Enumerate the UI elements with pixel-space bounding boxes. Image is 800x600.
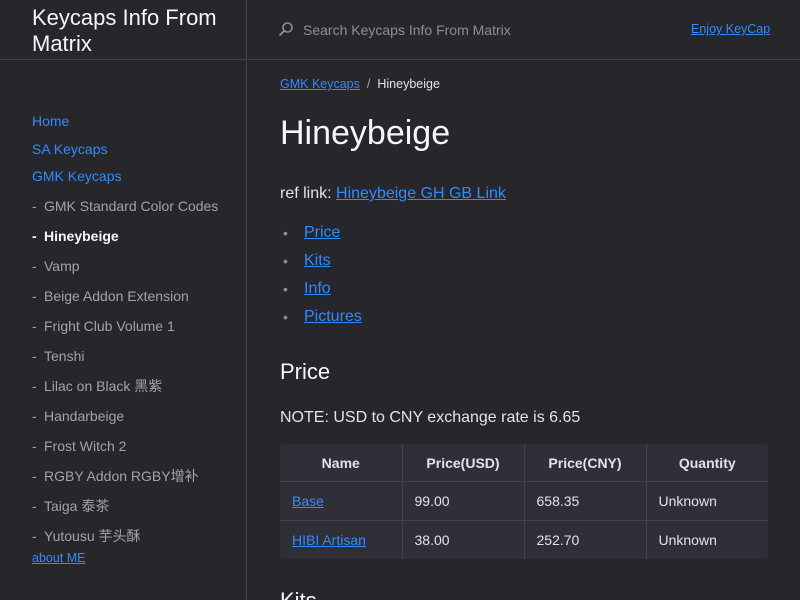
sidebar-subitem-active[interactable]: - Hineybeige	[32, 221, 232, 251]
table-cell-price-cny: 658.35	[524, 481, 647, 521]
ref-label: ref link:	[280, 185, 332, 202]
toc-bullet: •	[283, 253, 288, 269]
bullet-dash: -	[32, 407, 37, 424]
exchange-rate-note: NOTE: USD to CNY exchange rate is 6.65	[280, 409, 581, 426]
table-row: HIBI Artisan 38.00 252.70 Unknown	[280, 520, 768, 559]
sidebar-subnav: - GMK Standard Color Codes - Hineybeige -V…	[32, 191, 232, 551]
toc-bullet: •	[283, 309, 288, 325]
sidebar-subitem-label: Lilac on Black 黑紫	[44, 377, 163, 394]
toc-bullet: •	[283, 225, 288, 241]
toc-item: • Kits	[280, 249, 362, 277]
sidebar: Keycaps Info From Matrix Home SA Keycaps…	[0, 0, 247, 600]
breadcrumb-separator: /	[366, 77, 371, 91]
toc-bullet: •	[283, 281, 288, 297]
sidebar-link-sa-keycaps[interactable]: SA Keycaps	[32, 136, 232, 164]
sidebar-link-gmk-keycaps[interactable]: GMK Keycaps	[32, 163, 232, 191]
table-row: Base 99.00 658.35 Unknown	[280, 481, 768, 521]
sidebar-subitem-label: Tenshi	[44, 347, 85, 364]
sidebar-item-home: Home	[32, 108, 232, 136]
price-heading: Price	[280, 359, 331, 384]
ref-link[interactable]: Hineybeige GH GB Link	[336, 185, 506, 202]
sidebar-subitem[interactable]: - Vamp	[32, 251, 232, 281]
bullet-dash: -	[32, 197, 37, 214]
bullet-dash: -	[32, 227, 37, 244]
column-header-quantity: Quantity	[646, 444, 768, 482]
sidebar-subitem-label: Beige Addon Extension	[44, 287, 189, 304]
sidebar-nav: Home SA Keycaps GMK Keycaps - GMK Standar…	[32, 108, 232, 551]
bullet-dash: -	[32, 257, 37, 274]
sidebar-subitem-label: Taiga 泰茶	[44, 497, 110, 514]
table-cell-name: HIBI Artisan	[280, 520, 403, 559]
site-title[interactable]: Keycaps Info From Matrix	[0, 0, 247, 60]
kit-link[interactable]: HIBI Artisan	[292, 532, 366, 548]
search-icon	[279, 22, 293, 36]
breadcrumb: GMK Keycaps / Hineybeige	[280, 77, 440, 91]
kits-heading: Kits	[280, 588, 317, 600]
sidebar-subitem-label: Handarbeige	[44, 407, 125, 424]
toc-link-pictures[interactable]: Pictures	[304, 308, 362, 325]
kit-link[interactable]: Base	[292, 493, 324, 509]
sidebar-subitem[interactable]: - RGBY Addon RGBY增补	[32, 461, 232, 491]
bullet-dash: -	[32, 467, 37, 484]
bullet-dash: -	[32, 497, 37, 514]
sidebar-subitem[interactable]: - GMK Standard Color Codes	[32, 191, 232, 221]
bullet-dash: -	[32, 287, 37, 304]
table-cell-quantity: Unknown	[646, 481, 768, 521]
about-me-link[interactable]: about ME	[32, 551, 86, 565]
sidebar-subitem-label: Hineybeige	[44, 227, 119, 244]
sidebar-subitem[interactable]: - Handarbeige	[32, 401, 232, 431]
breadcrumb-parent-link[interactable]: GMK Keycaps	[280, 77, 360, 91]
search-input[interactable]	[303, 19, 663, 41]
bullet-dash: -	[32, 377, 37, 394]
sidebar-link-home[interactable]: Home	[32, 108, 232, 136]
toc-link-kits[interactable]: Kits	[304, 252, 331, 269]
table-cell-price-cny: 252.70	[524, 520, 647, 559]
main-content: GMK Keycaps / Hineybeige Hineybeige ref li…	[280, 61, 770, 600]
sidebar-subitem[interactable]: - Yutousu 芋头酥	[32, 521, 232, 551]
table-header-row: Name Price(USD) Price(CNY) Quantity	[280, 444, 768, 482]
sidebar-subitem-label: RGBY Addon RGBY增补	[44, 467, 199, 484]
sidebar-subitem[interactable]: - Lilac on Black 黑紫	[32, 371, 232, 401]
toc-item: • Pictures	[280, 305, 362, 333]
sidebar-subitem[interactable]: - Tenshi	[32, 341, 232, 371]
column-header-price-usd: Price(USD)	[402, 444, 525, 482]
sidebar-subitem[interactable]: - Fright Club Volume 1	[32, 311, 232, 341]
bullet-dash: -	[32, 347, 37, 364]
toc-item: • Price	[280, 221, 362, 249]
table-cell-quantity: Unknown	[658, 532, 717, 548]
sidebar-subitem-label: Frost Witch 2	[44, 437, 127, 454]
breadcrumb-current: Hineybeige	[377, 77, 440, 91]
sidebar-subitem[interactable]: - Beige Addon Extension	[32, 281, 232, 311]
table-cell-price-usd: 99.00	[402, 481, 525, 521]
column-header-price-cny: Price(CNY)	[524, 444, 647, 482]
price-table: Name Price(USD) Price(CNY) Quantity Base…	[280, 444, 768, 559]
page-title: Hineybeige	[280, 114, 451, 152]
toc-item: • Info	[280, 277, 362, 305]
sidebar-subitem-label: Yutousu 芋头酥	[44, 527, 141, 544]
sidebar-subitem-label: Vamp	[44, 257, 80, 274]
sidebar-item-sa-keycaps: SA Keycaps	[32, 136, 232, 164]
table-cell-price-usd: 38.00	[402, 520, 525, 559]
sidebar-subitem[interactable]: - Frost Witch 2	[32, 431, 232, 461]
table-of-contents: • Price • Kits • Info • Pictures	[280, 221, 362, 333]
bullet-dash: -	[32, 527, 37, 544]
toc-link-price[interactable]: Price	[304, 224, 340, 241]
bullet-dash: -	[32, 317, 37, 334]
table-cell-name: Base	[280, 481, 403, 521]
bullet-dash: -	[32, 437, 37, 454]
enjoy-keycap-link[interactable]: Enjoy KeyCap	[691, 22, 770, 36]
sidebar-subitem-label: GMK Standard Color Codes	[44, 197, 219, 214]
sidebar-subitem[interactable]: - Taiga 泰茶	[32, 491, 232, 521]
price-table-container: Name Price(USD) Price(CNY) Quantity Base…	[280, 444, 768, 559]
top-header: Enjoy KeyCap	[248, 0, 800, 60]
toc-link-info[interactable]: Info	[304, 280, 331, 297]
ref-line: ref link: Hineybeige GH GB Link	[280, 184, 506, 204]
sidebar-item-gmk-keycaps: GMK Keycaps - GMK Standard Color Codes -H…	[32, 163, 232, 551]
sidebar-subitem-label: Fright Club Volume 1	[44, 317, 175, 334]
column-header-name: Name	[280, 444, 403, 482]
